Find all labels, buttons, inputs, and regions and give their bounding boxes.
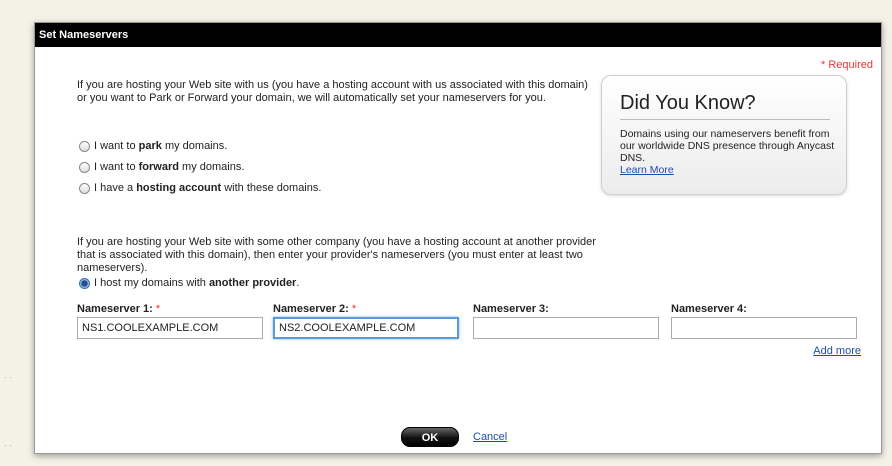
add-more-link[interactable]: Add more: [813, 345, 861, 357]
cancel-link[interactable]: Cancel: [473, 431, 507, 443]
nameserver-2-label: Nameserver 2: *: [273, 303, 357, 315]
intro-text: If you are hosting your Web site with us…: [77, 79, 588, 104]
required-note: * Required: [821, 59, 873, 71]
ok-button[interactable]: OK: [401, 427, 459, 447]
nameserver-4-label: Nameserver 4:: [671, 303, 747, 315]
nameserver-2-input[interactable]: [273, 317, 459, 339]
radio-another-provider[interactable]: [79, 277, 90, 289]
option-park[interactable]: I want to park my domains.: [79, 140, 227, 152]
decorative-dots: ··: [4, 440, 14, 450]
option-another-provider[interactable]: I host my domains with another provider.: [79, 277, 299, 289]
decorative-dots: ··: [4, 372, 14, 382]
radio-hosting[interactable]: [79, 182, 90, 194]
did-you-know-body: Domains using our nameservers benefit fr…: [620, 128, 835, 176]
nameserver-1-input[interactable]: [77, 317, 263, 339]
set-nameservers-dialog: Set Nameservers * Required If you are ho…: [34, 22, 882, 454]
radio-forward[interactable]: [79, 161, 90, 173]
radio-park[interactable]: [79, 140, 90, 152]
dialog-title: Set Nameservers: [35, 23, 881, 47]
nameserver-4-input[interactable]: [671, 317, 857, 339]
option-label: I want to park my domains.: [94, 140, 228, 152]
nameserver-3-input[interactable]: [473, 317, 659, 339]
option-hosting[interactable]: I have a hosting account with these doma…: [79, 182, 321, 194]
option-label: I host my domains with another provider.: [94, 277, 300, 289]
nameserver-1-label: Nameserver 1: *: [77, 303, 161, 315]
did-you-know-panel: Did You Know? Domains using our nameserv…: [601, 75, 847, 195]
learn-more-link[interactable]: Learn More: [620, 164, 674, 176]
did-you-know-title: Did You Know?: [620, 92, 830, 120]
option-label: I want to forward my domains.: [94, 161, 245, 173]
intro2-text: If you are hosting your Web site with so…: [77, 236, 596, 274]
option-forward[interactable]: I want to forward my domains.: [79, 161, 244, 173]
nameserver-3-label: Nameserver 3:: [473, 303, 549, 315]
option-label: I have a hosting account with these doma…: [94, 182, 322, 194]
